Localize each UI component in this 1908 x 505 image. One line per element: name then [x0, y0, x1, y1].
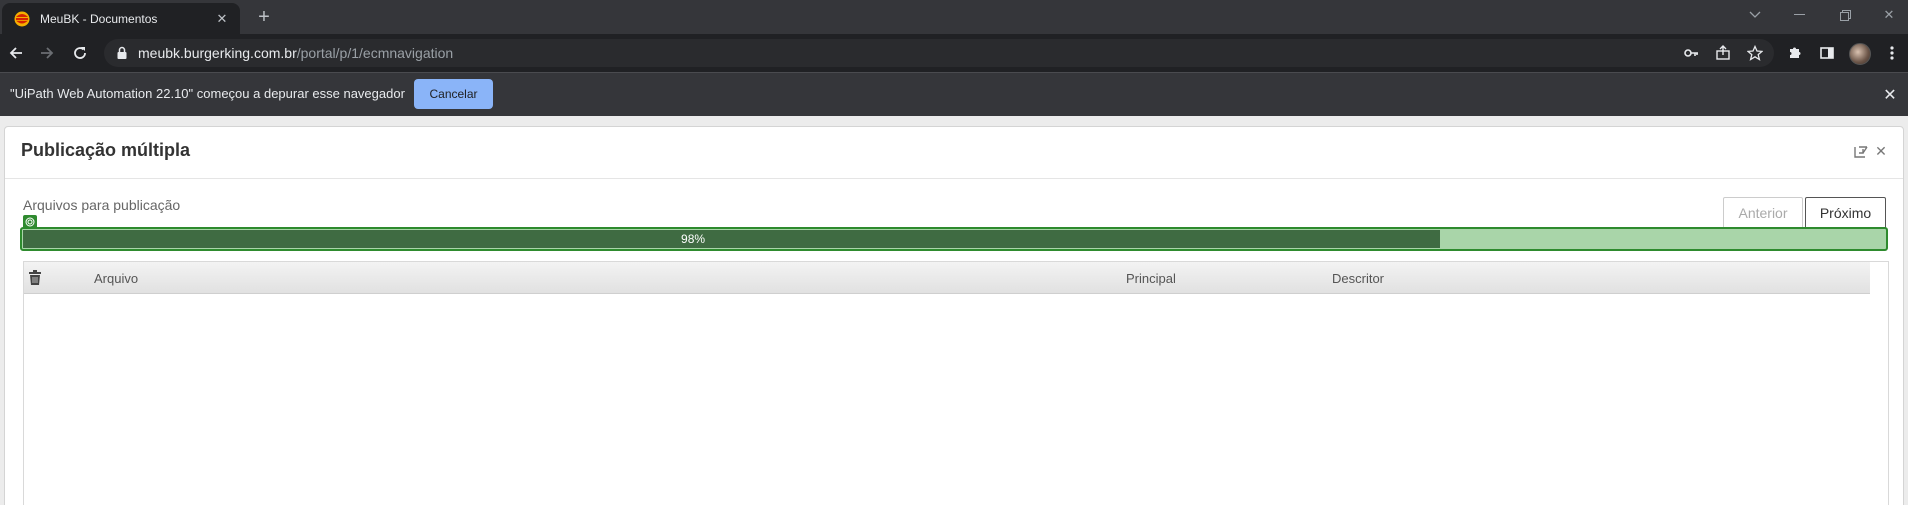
upload-section-label: Arquivos para publicação — [23, 197, 181, 213]
modal-title: Publicação múltipla — [21, 140, 191, 160]
modal-header: Publicação múltipla ✕ — [5, 127, 1903, 179]
tab-strip: MeuBK - Documentos ✕ + ✕ — [0, 0, 1908, 34]
page-content: Publicação múltipla ✕ Arquivos para publ… — [0, 116, 1908, 505]
files-grid-header: Arquivo Principal Descritor — [24, 262, 1870, 294]
url-path: /portal/p/1/ecmnavigation — [296, 45, 454, 61]
column-header-principal[interactable]: Principal — [1126, 271, 1176, 286]
share-icon[interactable] — [1714, 44, 1732, 62]
forward-arrow-icon[interactable] — [35, 41, 59, 65]
tab-close-icon[interactable]: ✕ — [214, 11, 230, 27]
back-arrow-icon[interactable] — [4, 41, 28, 65]
profile-avatar[interactable] — [1849, 43, 1871, 65]
menu-kebab-icon[interactable] — [1880, 41, 1904, 65]
column-header-descritor[interactable]: Descritor — [1332, 271, 1384, 286]
burger-king-favicon-icon — [14, 11, 30, 26]
tab-search-chevron-icon[interactable] — [1732, 0, 1778, 30]
cancel-debugging-button[interactable]: Cancelar — [414, 79, 493, 109]
reload-icon[interactable] — [68, 41, 92, 65]
previous-button[interactable]: Anterior — [1723, 197, 1803, 229]
address-bar[interactable]: meubk.burgerking.com.br/portal/p/1/ecmna… — [104, 39, 1774, 67]
browser-tab[interactable]: MeuBK - Documentos ✕ — [2, 3, 240, 34]
close-window-icon[interactable]: ✕ — [1866, 0, 1908, 30]
minimize-modal-icon[interactable] — [1853, 143, 1869, 159]
lock-icon[interactable] — [114, 45, 130, 61]
publication-modal: Publicação múltipla ✕ Arquivos para publ… — [4, 126, 1904, 505]
close-modal-icon[interactable]: ✕ — [1873, 143, 1889, 159]
infobar-close-icon[interactable]: ✕ — [1880, 85, 1900, 105]
bookmark-star-icon[interactable] — [1746, 44, 1764, 62]
side-panel-icon[interactable] — [1815, 41, 1839, 65]
upload-progress-bar: 98% — [20, 227, 1888, 251]
restore-icon[interactable] — [1822, 0, 1868, 30]
infobar-message: "UiPath Web Automation 22.10" começou a … — [10, 86, 405, 101]
column-header-arquivo[interactable]: Arquivo — [94, 271, 138, 286]
files-grid: Arquivo Principal Descritor — [23, 261, 1889, 505]
browser-toolbar: meubk.burgerking.com.br/portal/p/1/ecmna… — [0, 34, 1908, 72]
tab-title: MeuBK - Documentos — [40, 11, 158, 26]
url-host: meubk.burgerking.com.br — [138, 45, 297, 61]
extensions-puzzle-icon[interactable] — [1783, 41, 1807, 65]
debugging-infobar: "UiPath Web Automation 22.10" começou a … — [0, 72, 1908, 116]
next-button[interactable]: Próximo — [1805, 197, 1886, 229]
minimize-icon[interactable] — [1776, 0, 1822, 30]
modal-actions: ✕ — [1853, 143, 1889, 159]
trash-icon[interactable] — [28, 270, 42, 286]
upload-progress-text: 98% — [681, 232, 706, 246]
new-tab-plus-icon[interactable]: + — [252, 6, 276, 30]
key-icon[interactable] — [1682, 44, 1700, 62]
